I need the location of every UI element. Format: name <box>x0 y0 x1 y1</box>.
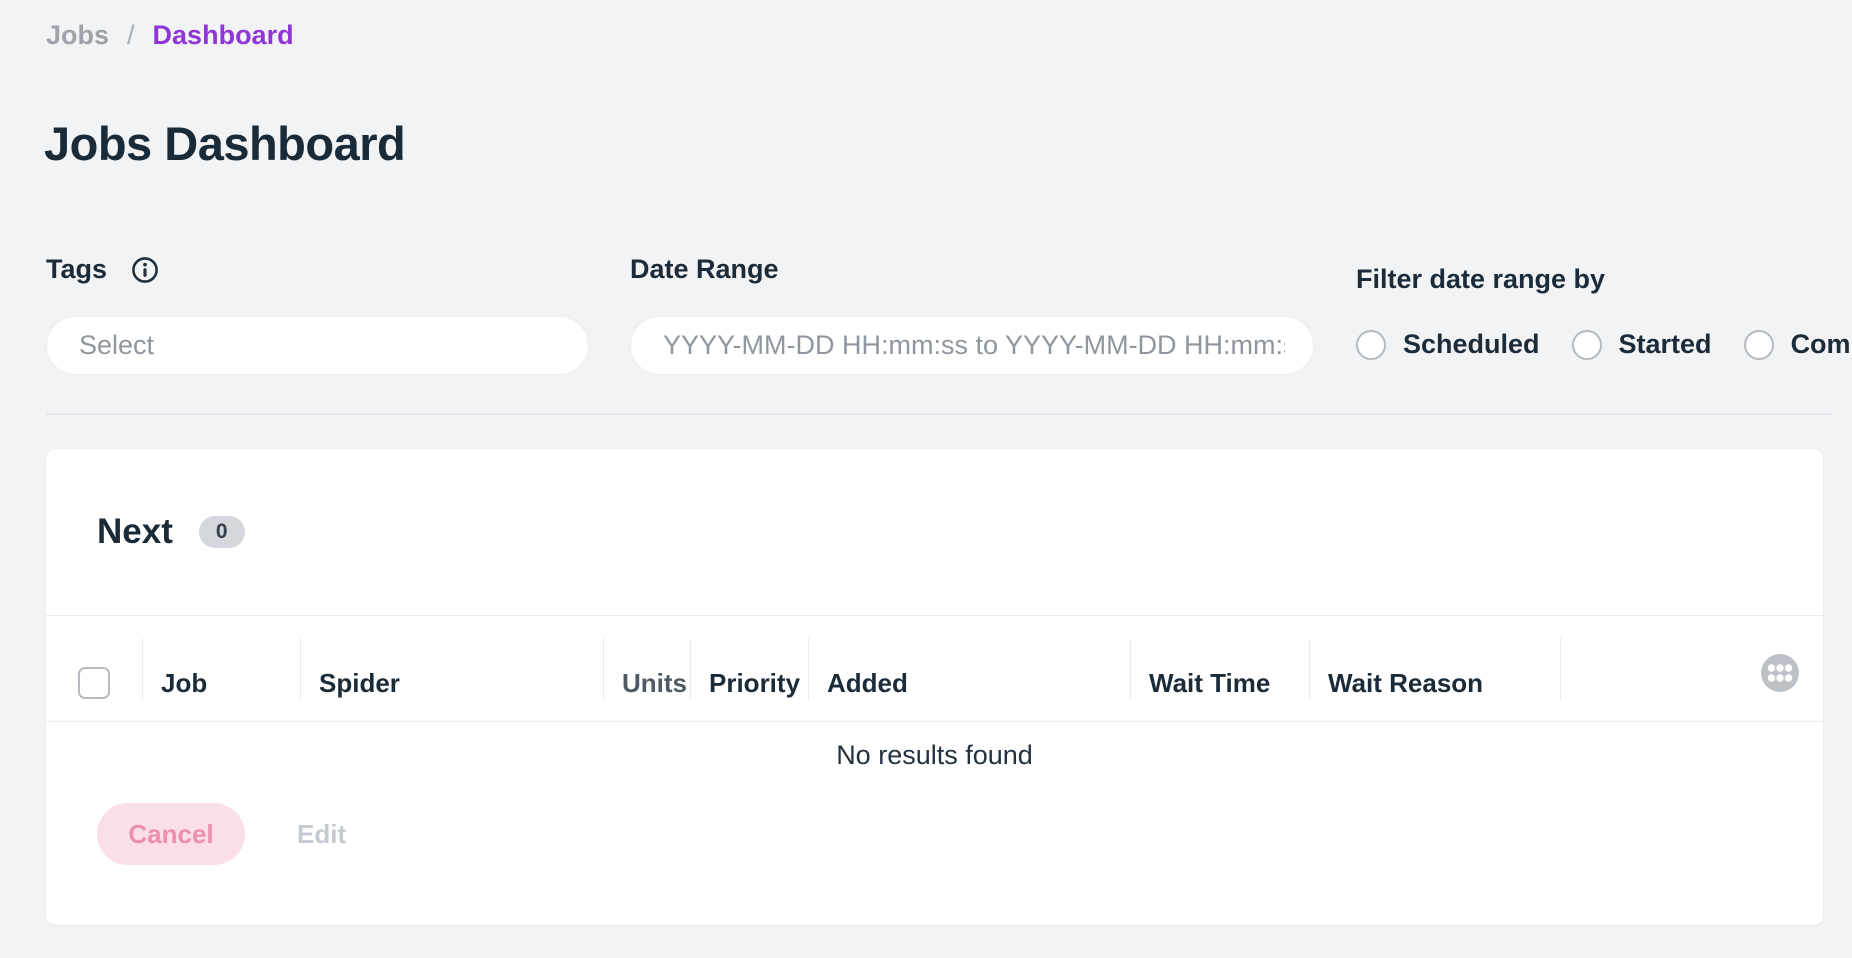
radio-option-scheduled[interactable]: Scheduled <box>1356 329 1540 360</box>
table-header-checkbox-cell <box>46 638 142 700</box>
date-range-label: Date Range <box>630 254 779 285</box>
radio-option-completed[interactable]: Completed <box>1744 329 1852 360</box>
breadcrumb: Jobs / Dashboard <box>46 20 294 51</box>
panel-header: Next 0 <box>46 449 1823 616</box>
breadcrumb-jobs[interactable]: Jobs <box>46 20 109 51</box>
radio-option-started[interactable]: Started <box>1572 329 1712 360</box>
grid-dots-icon[interactable] <box>1761 654 1799 692</box>
filter-date-range-by-label: Filter date range by <box>1356 264 1605 295</box>
next-jobs-panel: Next 0 Job Spider Units Priority Added W… <box>46 449 1823 925</box>
select-all-checkbox[interactable] <box>78 667 110 699</box>
filters-divider <box>46 413 1832 415</box>
radio-icon[interactable] <box>1356 330 1386 360</box>
table-header-row: Job Spider Units Priority Added Wait Tim… <box>46 616 1823 722</box>
column-header-units[interactable]: Units <box>603 638 690 700</box>
panel-title: Next <box>97 512 173 552</box>
column-header-priority[interactable]: Priority <box>690 638 808 700</box>
empty-results-message: No results found <box>46 722 1823 789</box>
radio-label: Scheduled <box>1403 329 1540 360</box>
radio-label: Started <box>1619 329 1712 360</box>
radio-label: Completed <box>1791 329 1852 360</box>
date-range-input[interactable] <box>630 316 1314 375</box>
info-icon[interactable] <box>131 256 159 284</box>
tags-filter-label: Tags <box>46 254 159 285</box>
panel-footer: Cancel Edit <box>46 789 1823 865</box>
breadcrumb-dashboard[interactable]: Dashboard <box>153 20 294 51</box>
breadcrumb-separator: / <box>127 20 135 51</box>
count-badge: 0 <box>199 516 245 548</box>
column-header-wait-reason[interactable]: Wait Reason <box>1309 638 1560 700</box>
column-header-spider[interactable]: Spider <box>300 638 603 700</box>
page-title: Jobs Dashboard <box>44 116 405 171</box>
tags-select-input[interactable] <box>46 316 589 375</box>
radio-icon[interactable] <box>1572 330 1602 360</box>
column-header-wait-time[interactable]: Wait Time <box>1130 638 1309 700</box>
column-header-added[interactable]: Added <box>808 638 1130 700</box>
cancel-button[interactable]: Cancel <box>97 803 245 865</box>
filter-date-range-by-options: Scheduled Started Completed <box>1356 329 1852 360</box>
tags-label-text: Tags <box>46 254 107 285</box>
column-header-job[interactable]: Job <box>142 638 300 700</box>
radio-icon[interactable] <box>1744 330 1774 360</box>
edit-button[interactable]: Edit <box>297 819 346 850</box>
